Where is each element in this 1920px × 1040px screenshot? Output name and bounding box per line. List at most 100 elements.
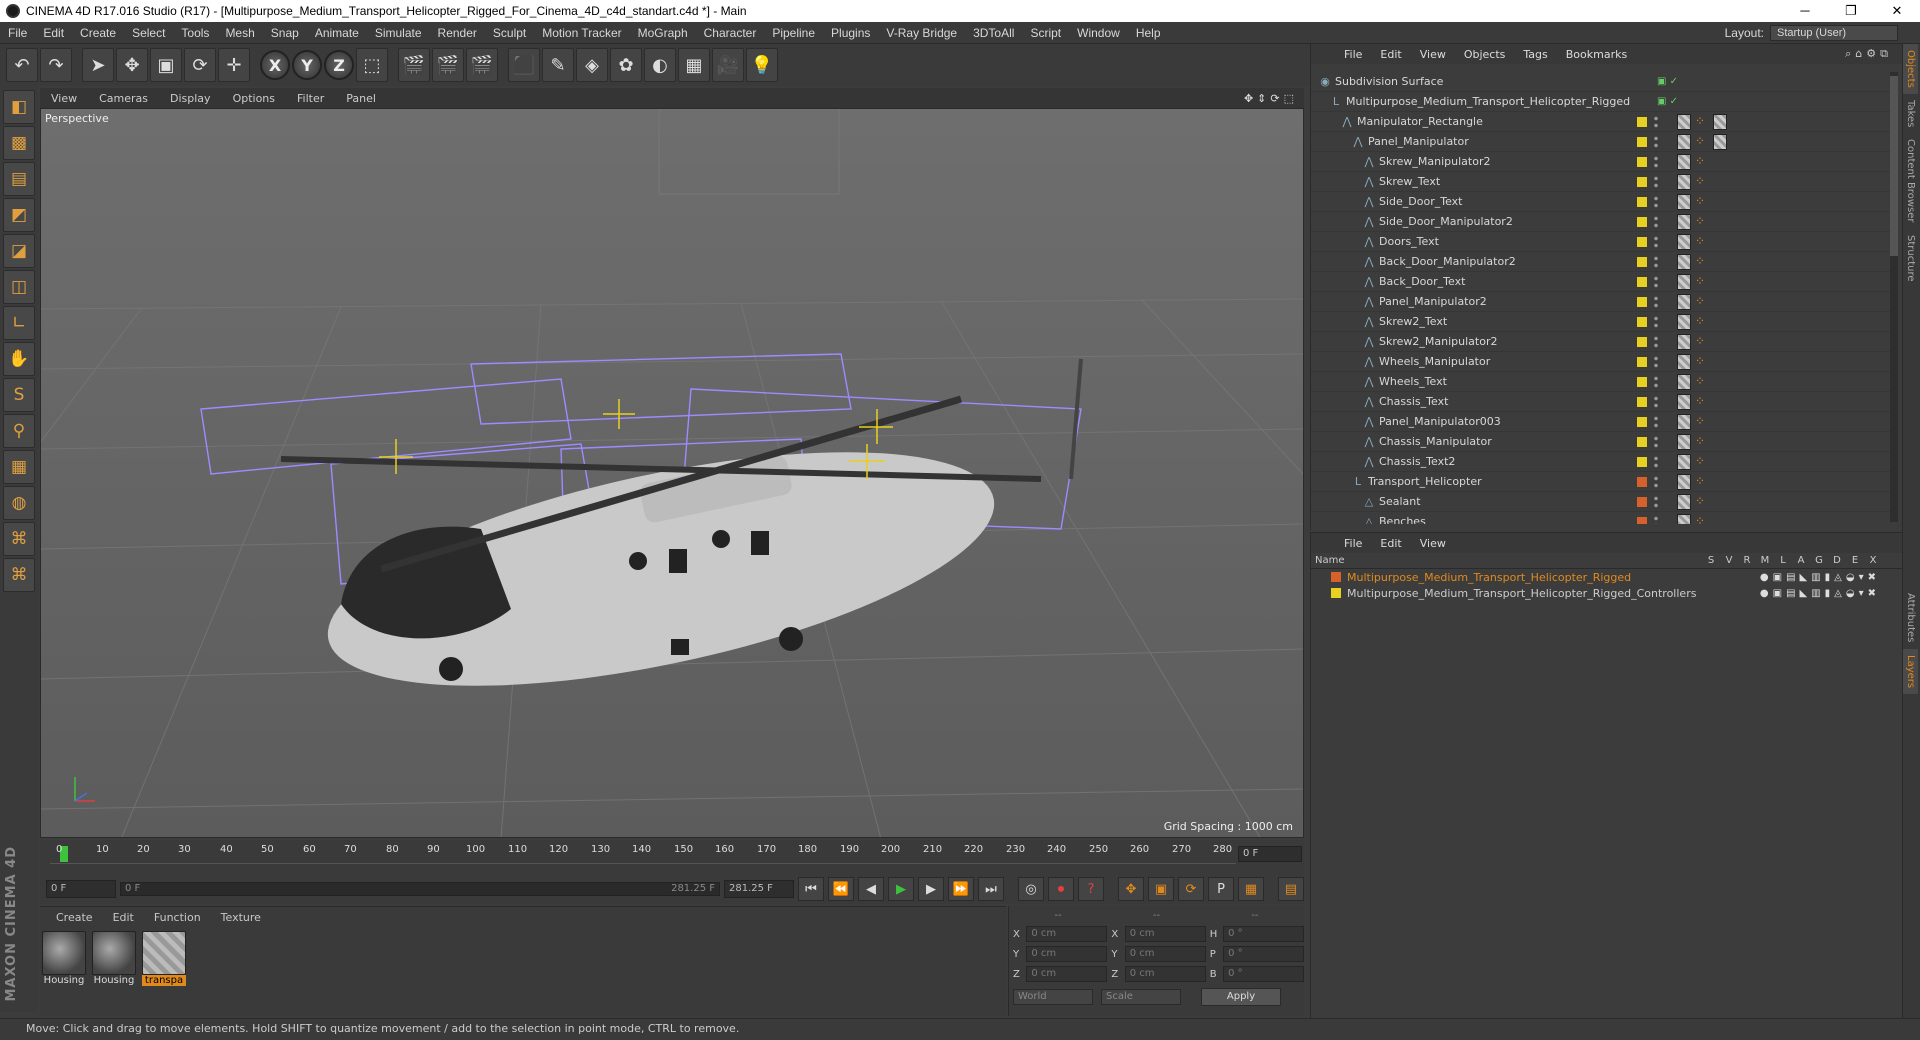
menu-mograph[interactable]: MoGraph (630, 26, 696, 40)
menu-render[interactable]: Render (430, 26, 485, 40)
preview-range-slider[interactable]: 0 F 281.25 F (120, 882, 720, 896)
xpresso-tag-icon[interactable]: ⁘ (1695, 215, 1707, 229)
object-row[interactable]: L Multipurpose_Medium_Transport_Helicopte… (1311, 92, 1891, 112)
layer-color-swatch[interactable] (1637, 316, 1647, 327)
motion-path-icon[interactable]: ◎ (1018, 877, 1044, 901)
snapping-icon[interactable]: S (3, 378, 35, 412)
edges-mode-icon[interactable]: ◪ (3, 234, 35, 268)
menu-window[interactable]: Window (1069, 26, 1128, 40)
menu-file[interactable]: File (0, 26, 35, 40)
tab-objects[interactable]: Objects (1903, 44, 1918, 94)
timeline-ruler[interactable]: 0 10 20 30 40 50 60 70 80 90 100 110 120… (50, 842, 1236, 864)
subdivision-surface-button[interactable]: ◈ (576, 48, 608, 82)
visibility-dots[interactable] (1653, 294, 1659, 309)
transform-tool-button[interactable]: ✛ (218, 48, 250, 82)
layer-color-swatch[interactable] (1637, 196, 1647, 207)
timeline-window-icon[interactable]: ▤ (1278, 877, 1304, 901)
object-row[interactable]: ⋀ Back_Door_Manipulator2 ⁘ (1311, 252, 1891, 272)
layer-menu-file[interactable]: File (1335, 537, 1371, 550)
go-to-start-button[interactable]: ⏮ (798, 877, 824, 901)
add-cube-button[interactable]: ⬛ (508, 48, 540, 82)
rotation-h-field[interactable]: 0 ° (1223, 926, 1305, 942)
move-tool-button[interactable]: ✥ (116, 48, 148, 82)
xpresso-tag-icon[interactable]: ⁘ (1695, 135, 1707, 149)
menu-tools[interactable]: Tools (173, 26, 217, 40)
play-button[interactable]: ▶ (888, 877, 914, 901)
key-parameter-icon[interactable]: P (1208, 877, 1234, 901)
layer-color-swatch[interactable] (1637, 296, 1647, 307)
tab-structure[interactable]: Structure (1903, 229, 1918, 288)
xpresso-tag-icon[interactable]: ⁘ (1695, 235, 1707, 249)
layer-color-swatch[interactable] (1637, 256, 1647, 267)
layer-color-swatch[interactable] (1637, 356, 1647, 367)
visibility-dots[interactable] (1653, 194, 1659, 209)
floor-button[interactable]: ▦ (678, 48, 710, 82)
layer-color-swatch[interactable] (1637, 496, 1647, 507)
layer-color-swatch[interactable] (1637, 516, 1647, 524)
menu-motion-tracker[interactable]: Motion Tracker (534, 26, 629, 40)
visibility-dots[interactable] (1653, 334, 1659, 349)
tab-layers[interactable]: Layers (1903, 648, 1918, 694)
layer-color-swatch[interactable] (1637, 476, 1647, 487)
texture-mode-icon[interactable]: ▤ (3, 162, 35, 196)
visibility-dots[interactable] (1653, 234, 1659, 249)
size-z-field[interactable]: 0 cm (1124, 966, 1206, 982)
object-row[interactable]: L Transport_Helicopter ⁘ (1311, 472, 1891, 492)
layer-color-swatch[interactable] (1637, 436, 1647, 447)
python-script-icon[interactable]: ⌘ (3, 558, 35, 592)
visibility-dots[interactable] (1653, 254, 1659, 269)
object-menu-view[interactable]: View (1411, 48, 1455, 61)
undo-button[interactable]: ↶ (6, 48, 38, 82)
viewport-menu-options[interactable]: Options (222, 92, 286, 105)
visibility-dots[interactable] (1653, 434, 1659, 449)
next-key-button[interactable]: ⏩ (948, 877, 974, 901)
layer-color-swatch[interactable] (1637, 376, 1647, 387)
object-row[interactable]: ⋀ Skrew2_Text ⁘ (1311, 312, 1891, 332)
layout-select[interactable]: Startup (User) (1770, 24, 1898, 41)
points-mode-icon[interactable]: ◩ (3, 198, 35, 232)
layer-color-swatch[interactable] (1637, 456, 1647, 467)
visibility-dots[interactable] (1653, 114, 1659, 129)
live-selection-button[interactable]: ➤ (82, 48, 114, 82)
menu-edit[interactable]: Edit (35, 26, 72, 40)
layer-row[interactable]: Multipurpose_Medium_Transport_Helicopter… (1311, 569, 1902, 585)
timeline[interactable]: 0 10 20 30 40 50 60 70 80 90 100 110 120… (40, 840, 1304, 874)
scrollbar-thumb[interactable] (1890, 76, 1898, 256)
viewport-menu-cameras[interactable]: Cameras (88, 92, 159, 105)
object-row[interactable]: ⋀ Side_Door_Text ⁘ (1311, 192, 1891, 212)
menu-character[interactable]: Character (696, 26, 765, 40)
material-menu-create[interactable]: Create (46, 911, 103, 924)
object-menu-bookmarks[interactable]: Bookmarks (1557, 48, 1636, 61)
rotation-b-field[interactable]: 0 ° (1223, 966, 1305, 982)
visibility-dots[interactable] (1653, 214, 1659, 229)
visibility-dots[interactable] (1653, 374, 1659, 389)
redo-button[interactable]: ↷ (40, 48, 72, 82)
enabled-check-icon[interactable]: ▣ ✓ (1657, 96, 1678, 107)
layer-color-swatch[interactable] (1637, 176, 1647, 187)
rotation-p-field[interactable]: 0 ° (1223, 946, 1305, 962)
layer-color-swatch[interactable] (1637, 136, 1647, 147)
polygons-mode-icon[interactable]: ◫ (3, 270, 35, 304)
z-axis-button[interactable]: Z (324, 50, 354, 80)
previous-frame-button[interactable]: ◀ (858, 877, 884, 901)
visibility-dots[interactable] (1653, 314, 1659, 329)
magnet-icon[interactable]: ⚲ (3, 414, 35, 448)
visibility-dots[interactable] (1653, 174, 1659, 189)
end-frame-field[interactable]: 281.25 F (724, 880, 794, 898)
menu-vray-bridge[interactable]: V-Ray Bridge (878, 26, 965, 40)
tab-attributes[interactable]: Attributes (1903, 587, 1918, 648)
object-menu-objects[interactable]: Objects (1455, 48, 1515, 61)
xpresso-tag-icon[interactable]: ⁘ (1695, 195, 1707, 209)
layer-color-swatch[interactable] (1637, 116, 1647, 127)
material-tag-icon[interactable] (1713, 113, 1727, 130)
render-view-button[interactable]: 🎬 (398, 48, 430, 82)
material-tag-icon[interactable] (1677, 233, 1691, 250)
layer-color-swatch[interactable] (1331, 572, 1341, 582)
material-tag-icon[interactable] (1677, 453, 1691, 470)
current-frame-field[interactable]: 0 F (1238, 846, 1302, 862)
object-row[interactable]: ⋀ Panel_Manipulator003 ⁘ (1311, 412, 1891, 432)
position-z-field[interactable]: 0 cm (1026, 966, 1108, 982)
menu-animate[interactable]: Animate (307, 26, 367, 40)
xpresso-tag-icon[interactable]: ⁘ (1695, 315, 1707, 329)
layer-color-swatch[interactable] (1637, 416, 1647, 427)
